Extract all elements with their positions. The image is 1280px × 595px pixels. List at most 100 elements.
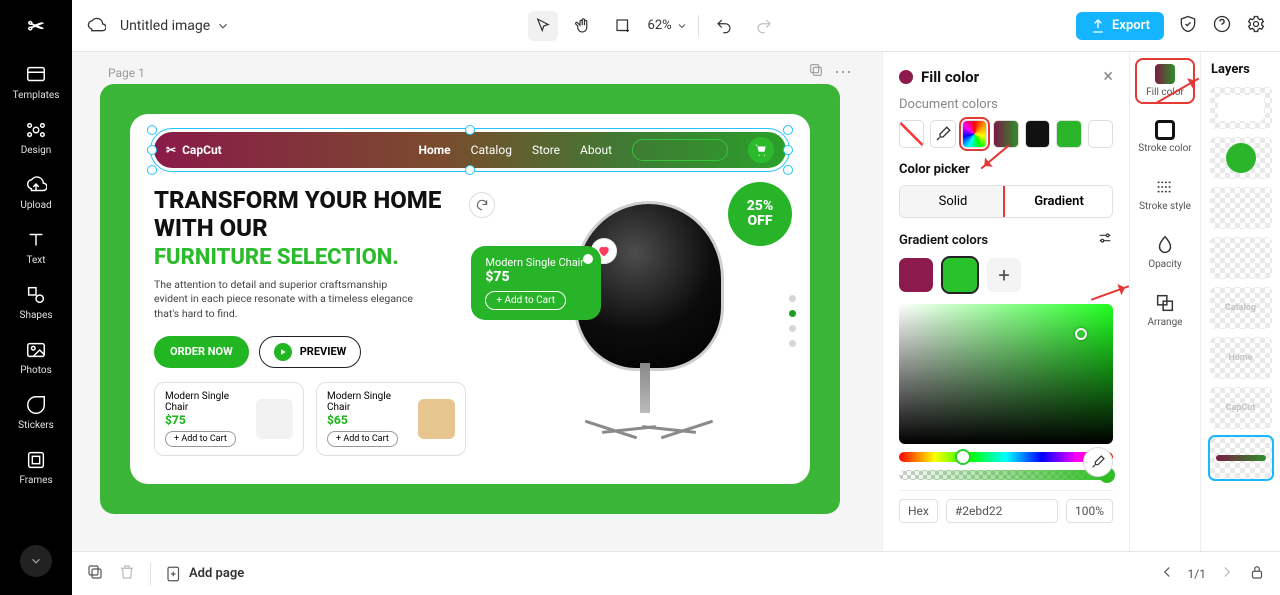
more-tools-button[interactable] [20,545,52,577]
label: Opacity [1148,259,1182,270]
resize-handle[interactable] [783,125,793,135]
tab-gradient[interactable]: Gradient [1006,186,1112,217]
property-strip: Fill color Stroke color Stroke style Opa… [1130,52,1200,551]
hand-tool[interactable] [568,11,598,41]
resize-handle[interactable] [147,165,157,175]
tab-solid[interactable]: Solid [900,186,1006,217]
label: Frames [19,475,52,486]
layer-thumb[interactable] [1210,87,1272,129]
doc-swatch-black[interactable] [1025,120,1050,148]
fill-color-button[interactable]: Fill color [1137,60,1193,102]
stroke-style-icon [1154,176,1176,198]
selected-element[interactable]: ✂︎ CapCut Home Catalog Store About [154,132,786,168]
gradient-stop-1[interactable] [899,258,933,292]
design-icon [25,119,47,141]
lock-button[interactable] [1248,563,1266,584]
text-tool[interactable]: Text [6,223,66,272]
page-more-button[interactable]: ⋯ [834,62,852,83]
label: Design [21,145,52,156]
stroke-style-button[interactable]: Stroke style [1137,172,1193,216]
canvas-page[interactable]: ✂︎ CapCut Home Catalog Store About [100,84,840,514]
close-panel-button[interactable]: × [1103,66,1113,87]
duplicate-page-button[interactable] [808,62,824,83]
resize-handle[interactable] [465,125,475,135]
cart-icon [748,137,774,163]
text-icon [25,229,47,251]
document-title[interactable]: Untitled image [120,18,230,34]
chevron-down-icon [676,20,688,32]
layer-thumb-selected[interactable] [1210,437,1272,479]
duplicate-page-button[interactable] [86,563,104,585]
app-logo[interactable]: ✂︎ [18,8,54,44]
opacity-button[interactable]: Opacity [1137,230,1193,274]
stroke-color-button[interactable]: Stroke color [1137,116,1193,158]
zoom-level[interactable]: 62% [648,18,688,33]
resize-handle[interactable] [783,145,793,155]
add-page-button[interactable]: Add page [165,565,244,583]
nav-catalog: Catalog [471,143,512,157]
layer-thumb[interactable] [1210,137,1272,179]
templates-tool[interactable]: Templates [6,58,66,107]
order-button: ORDER NOW [154,336,249,368]
eyedropper-large[interactable] [1083,447,1113,477]
crop-tool[interactable] [608,11,638,41]
hue-handle[interactable] [955,449,971,465]
delete-page-button[interactable] [118,563,136,585]
design-card: ✂︎ CapCut Home Catalog Store About [130,114,810,484]
crop-icon [614,17,632,35]
add-page-label: Add page [189,566,244,581]
help-button[interactable] [1212,14,1232,38]
refresh-badge [469,192,495,218]
saturation-value-picker[interactable] [899,304,1113,444]
add-gradient-stop[interactable]: + [987,258,1021,292]
hex-value[interactable]: #2ebd22 [946,499,1058,523]
layer-thumb[interactable] [1210,187,1272,229]
opacity-icon [1154,234,1176,256]
doc-swatch-green[interactable] [1056,120,1081,148]
layer-thumb[interactable] [1210,237,1272,279]
stickers-tool[interactable]: Stickers [6,388,66,437]
next-page-button[interactable] [1218,563,1236,584]
undo-button[interactable] [709,11,739,41]
fill-icon [1155,64,1175,84]
design-tool[interactable]: Design [6,113,66,162]
export-button[interactable]: Export [1076,12,1164,40]
gradient-stop-2[interactable] [943,258,977,292]
frames-tool[interactable]: Frames [6,443,66,492]
alpha-slider[interactable] [899,470,1113,480]
eyedropper-button[interactable] [930,120,955,148]
hue-slider[interactable] [899,452,1113,462]
doc-swatch-white[interactable] [1088,120,1113,148]
alpha-value[interactable]: 100% [1066,499,1113,523]
sv-cursor[interactable] [1075,328,1087,340]
no-fill-swatch[interactable] [899,120,924,148]
doc-swatch-gradient[interactable] [993,120,1018,148]
layer-thumb[interactable]: Catalog [1210,287,1272,329]
color-picker-swatch[interactable] [962,120,987,148]
shapes-tool[interactable]: Shapes [6,278,66,327]
resize-handle[interactable] [783,165,793,175]
upload-tool[interactable]: Upload [6,168,66,217]
shield-button[interactable] [1178,14,1198,38]
layer-thumb[interactable]: CapCut [1210,387,1272,429]
resize-handle[interactable] [147,125,157,135]
redo-icon [755,17,773,35]
canvas-area[interactable]: Page 1 ⋯ ⋯ ✂︎ CapCut Home Catalog [72,52,882,551]
cloud-sync-button[interactable] [86,14,106,38]
gradient-settings-button[interactable] [1097,230,1113,250]
select-tool[interactable] [528,11,558,41]
layer-thumb[interactable]: Home [1210,337,1272,379]
color-mode[interactable]: Hex [899,499,938,523]
resize-handle[interactable] [147,145,157,155]
arrange-button[interactable]: Arrange [1137,288,1193,332]
photos-tool[interactable]: Photos [6,333,66,382]
popup-name: Modern Single Chair [485,256,587,269]
layers-panel: Layers Catalog Home CapCut [1200,52,1280,551]
label: Arrange [1148,317,1183,328]
redo-button[interactable] [749,11,779,41]
resize-handle[interactable] [465,165,475,175]
topbar: Untitled image 62% Export [72,0,1280,52]
prev-page-button[interactable] [1158,563,1176,584]
trash-icon [118,563,136,581]
settings-button[interactable] [1246,14,1266,38]
